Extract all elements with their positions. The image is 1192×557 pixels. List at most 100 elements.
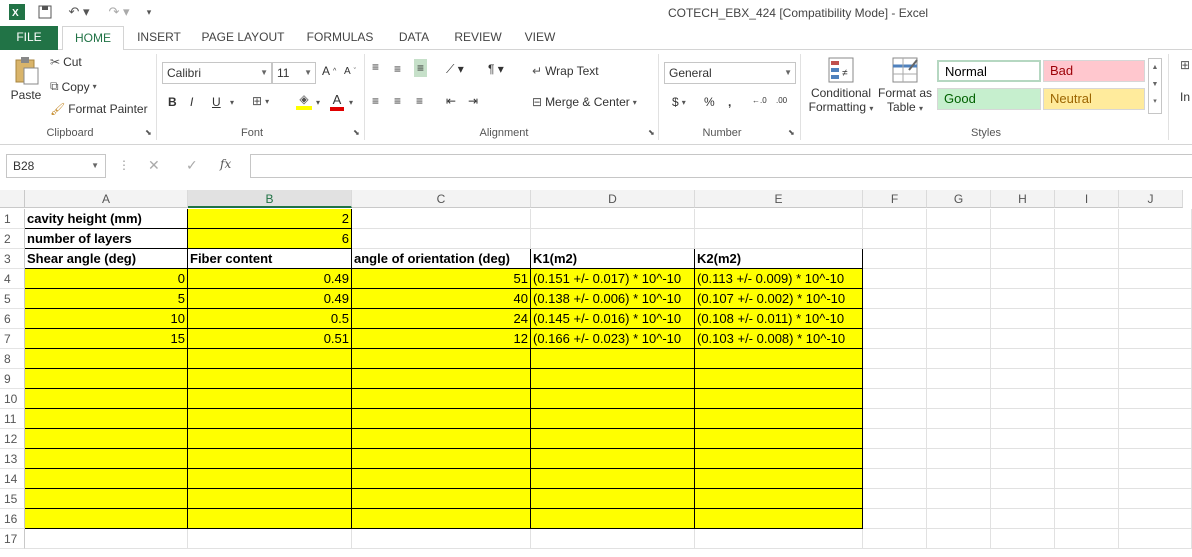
cell-h12[interactable] — [991, 429, 1055, 449]
cell-e6[interactable]: (0.108 +/- 0.011) * 10^-10 — [695, 309, 863, 329]
text-direction-button[interactable]: ¶ ▾ — [488, 62, 504, 76]
cell-a3[interactable]: Shear angle (deg) — [25, 249, 188, 269]
cell-g11[interactable] — [927, 409, 991, 429]
row-header-17[interactable]: 17 — [0, 529, 25, 549]
column-header-j[interactable]: J — [1119, 190, 1183, 208]
cell-g13[interactable] — [927, 449, 991, 469]
cell-e9[interactable] — [695, 369, 863, 389]
cell-d7[interactable]: (0.166 +/- 0.023) * 10^-10 — [531, 329, 695, 349]
style-normal[interactable]: Normal — [937, 60, 1041, 82]
cell-i13[interactable] — [1055, 449, 1119, 469]
row-header-10[interactable]: 10 — [0, 389, 25, 409]
cell-d2[interactable] — [531, 229, 695, 249]
cell-f16[interactable] — [863, 509, 927, 529]
decrease-decimal-button[interactable]: .00 — [776, 96, 787, 105]
insert-function-icon[interactable]: fx — [220, 157, 231, 171]
row-header-14[interactable]: 14 — [0, 469, 25, 489]
comma-button[interactable]: , — [728, 95, 731, 109]
cell-j1[interactable] — [1119, 209, 1192, 229]
cell-c3[interactable]: angle of orientation (deg) — [352, 249, 531, 269]
cell-d14[interactable] — [531, 469, 695, 489]
column-header-e[interactable]: E — [695, 190, 863, 208]
cancel-icon[interactable]: ✕ — [148, 157, 160, 174]
cell-b13[interactable] — [188, 449, 352, 469]
cell-d17[interactable] — [531, 529, 695, 549]
cut-button[interactable]: ✂ Cut — [50, 55, 82, 69]
cell-h17[interactable] — [991, 529, 1055, 549]
row-header-12[interactable]: 12 — [0, 429, 25, 449]
cell-b5[interactable]: 0.49 — [188, 289, 352, 309]
cell-a5[interactable]: 5 — [25, 289, 188, 309]
cell-c5[interactable]: 40 — [352, 289, 531, 309]
cell-a7[interactable]: 15 — [25, 329, 188, 349]
cell-h10[interactable] — [991, 389, 1055, 409]
cell-h3[interactable] — [991, 249, 1055, 269]
row-header-5[interactable]: 5 — [0, 289, 25, 309]
column-header-i[interactable]: I — [1055, 190, 1119, 208]
cell-g17[interactable] — [927, 529, 991, 549]
styles-gallery-scroll[interactable]: ▲ ▼ ▾ — [1148, 58, 1162, 114]
cell-j15[interactable] — [1119, 489, 1192, 509]
borders-button[interactable]: ⊞ ▾ — [252, 94, 269, 108]
cell-i11[interactable] — [1055, 409, 1119, 429]
row-header-8[interactable]: 8 — [0, 349, 25, 369]
cell-c9[interactable] — [352, 369, 531, 389]
dialog-launcher-icon[interactable]: ⬊ — [145, 128, 152, 137]
style-neutral[interactable]: Neutral — [1043, 88, 1145, 110]
cell-a10[interactable] — [25, 389, 188, 409]
cell-c1[interactable] — [352, 209, 531, 229]
column-header-h[interactable]: H — [991, 190, 1055, 208]
cell-b17[interactable] — [188, 529, 352, 549]
cell-i4[interactable] — [1055, 269, 1119, 289]
cell-b8[interactable] — [188, 349, 352, 369]
cell-d8[interactable] — [531, 349, 695, 369]
font-name-select[interactable]: Calibri ▼ — [162, 62, 272, 84]
cell-a2[interactable]: number of layers — [25, 229, 188, 249]
cell-g12[interactable] — [927, 429, 991, 449]
insert-cells-button[interactable]: In — [1180, 90, 1190, 104]
cell-i15[interactable] — [1055, 489, 1119, 509]
cell-g9[interactable] — [927, 369, 991, 389]
cell-a9[interactable] — [25, 369, 188, 389]
cell-d9[interactable] — [531, 369, 695, 389]
cell-h6[interactable] — [991, 309, 1055, 329]
cell-h1[interactable] — [991, 209, 1055, 229]
cell-d6[interactable]: (0.145 +/- 0.016) * 10^-10 — [531, 309, 695, 329]
enter-icon[interactable]: ✓ — [186, 157, 198, 174]
cell-b16[interactable] — [188, 509, 352, 529]
cell-e8[interactable] — [695, 349, 863, 369]
row-header-16[interactable]: 16 — [0, 509, 25, 529]
percent-button[interactable]: % — [704, 95, 715, 109]
tab-formulas[interactable]: FORMULAS — [300, 26, 380, 50]
cell-i10[interactable] — [1055, 389, 1119, 409]
cell-e14[interactable] — [695, 469, 863, 489]
cell-c6[interactable]: 24 — [352, 309, 531, 329]
column-header-g[interactable]: G — [927, 190, 991, 208]
cell-a4[interactable]: 0 — [25, 269, 188, 289]
cell-e5[interactable]: (0.107 +/- 0.002) * 10^-10 — [695, 289, 863, 309]
cell-h15[interactable] — [991, 489, 1055, 509]
cell-i6[interactable] — [1055, 309, 1119, 329]
cell-h16[interactable] — [991, 509, 1055, 529]
cell-e3[interactable]: K2(m2) — [695, 249, 863, 269]
tab-insert[interactable]: INSERT — [130, 26, 188, 50]
cell-f8[interactable] — [863, 349, 927, 369]
select-all-button[interactable] — [0, 190, 25, 208]
chevron-down-icon[interactable]: ▾ — [349, 98, 353, 107]
cell-c15[interactable] — [352, 489, 531, 509]
cell-j7[interactable] — [1119, 329, 1192, 349]
row-header-4[interactable]: 4 — [0, 269, 25, 289]
underline-button[interactable]: U — [212, 95, 221, 109]
cell-i2[interactable] — [1055, 229, 1119, 249]
cell-c13[interactable] — [352, 449, 531, 469]
cell-a16[interactable] — [25, 509, 188, 529]
cell-d5[interactable]: (0.138 +/- 0.006) * 10^-10 — [531, 289, 695, 309]
cell-h4[interactable] — [991, 269, 1055, 289]
cell-a1[interactable]: cavity height (mm) — [25, 209, 188, 229]
row-header-7[interactable]: 7 — [0, 329, 25, 349]
cell-j12[interactable] — [1119, 429, 1192, 449]
cell-g8[interactable] — [927, 349, 991, 369]
cell-f7[interactable] — [863, 329, 927, 349]
cell-f15[interactable] — [863, 489, 927, 509]
cell-a14[interactable] — [25, 469, 188, 489]
